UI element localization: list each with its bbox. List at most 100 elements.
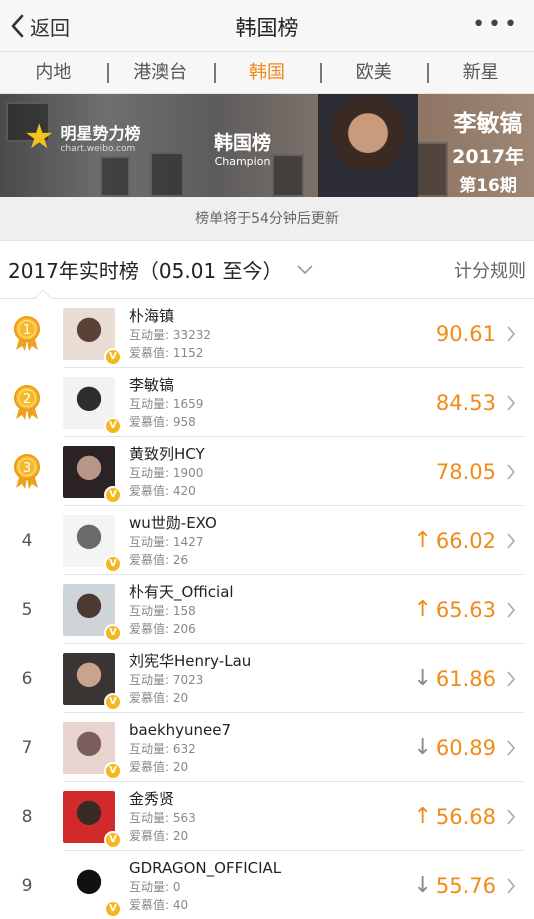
- star-info: 朴有天_Official 互动量: 158 爱慕值: 206: [129, 582, 234, 638]
- star-name[interactable]: 朴有天_Official: [129, 582, 234, 602]
- scoring-rules-link[interactable]: 计分规则: [454, 257, 526, 283]
- verified-icon: V: [104, 416, 122, 435]
- tab-3[interactable]: 欧美: [320, 52, 427, 94]
- chevron-right-icon: [507, 463, 516, 480]
- star-name[interactable]: 黄致列HCY: [129, 444, 205, 464]
- navigation-bar: 返回 韩国榜 •••: [0, 0, 534, 52]
- chevron-right-icon: [507, 739, 516, 756]
- avatar[interactable]: V: [63, 790, 122, 849]
- trend-down-icon: ↓: [413, 734, 432, 760]
- champion-year: 2017年: [452, 146, 524, 168]
- verified-icon: V: [104, 485, 122, 504]
- champion-banner[interactable]: ★ 明星势力榜 chart.weibo.com 韩国榜 Champion 李敏镐…: [0, 94, 534, 197]
- back-label: 返回: [30, 15, 70, 40]
- page-title: 韩国榜: [235, 16, 299, 40]
- chevron-down-icon[interactable]: [296, 264, 313, 275]
- fans-value: 爱慕值: 958: [129, 414, 196, 429]
- ranking-row[interactable]: 8 V 金秀贤 互动量: 563 爱慕值: 20 ↑ 56.68: [0, 782, 534, 851]
- chevron-right-icon: [507, 532, 516, 549]
- avatar[interactable]: V: [63, 583, 122, 642]
- medal-icon: 1: [14, 315, 40, 351]
- rank-medal: 3: [0, 452, 54, 492]
- back-button[interactable]: 返回: [8, 10, 70, 42]
- svg-text:2: 2: [23, 392, 31, 407]
- badge-subtitle: Champion: [214, 155, 271, 168]
- verified-icon: V: [104, 899, 122, 918]
- fans-value: 爱慕值: 26: [129, 552, 189, 567]
- ranking-row[interactable]: 5 V 朴有天_Official 互动量: 158 爱慕值: 206 ↑ 65.…: [0, 575, 534, 644]
- star-name[interactable]: 刘宪华Henry-Lau: [129, 651, 251, 671]
- ranking-row[interactable]: 6 V 刘宪华Henry-Lau 互动量: 7023 爱慕值: 20 ↓ 61.…: [0, 644, 534, 713]
- brand-url: chart.weibo.com: [60, 144, 136, 154]
- score: ↓ 55.76: [413, 874, 534, 898]
- more-options-icon[interactable]: •••: [472, 12, 520, 37]
- champion-info: 李敏镐 2017年 第16期: [452, 104, 524, 196]
- tab-0[interactable]: 内地: [0, 52, 107, 94]
- score-value: 56.68: [435, 804, 496, 829]
- star-info: GDRAGON_OFFICIAL 互动量: 0 爱慕值: 40: [129, 858, 281, 914]
- ranking-row[interactable]: 2 V 李敏镐 互动量: 1659 爱慕值: 958 84.53: [0, 368, 534, 437]
- score: ↓ 60.89: [413, 736, 534, 760]
- score-value: 65.63: [435, 597, 496, 622]
- star-info: 朴海镇 互动量: 33232 爱慕值: 1152: [129, 306, 211, 362]
- interaction-count: 互动量: 632: [129, 741, 196, 756]
- rank-number: 8: [21, 806, 33, 827]
- brand-logo: ★ 明星势力榜 chart.weibo.com: [24, 120, 141, 154]
- fans-value: 爱慕值: 420: [129, 483, 196, 498]
- champion-badge: 韩国榜 Champion: [214, 128, 271, 168]
- trend-up-icon: ↑: [413, 596, 432, 622]
- avatar[interactable]: V: [63, 721, 122, 780]
- chevron-right-icon: [507, 670, 516, 687]
- champion-issue: 第16期: [459, 176, 517, 196]
- trend-up-icon: ↑: [413, 803, 432, 829]
- avatar[interactable]: V: [63, 652, 122, 711]
- score: ↑ 66.02: [413, 529, 534, 553]
- fans-value: 爱慕值: 20: [129, 828, 189, 843]
- chevron-right-icon: [507, 325, 516, 342]
- avatar[interactable]: V: [63, 307, 122, 366]
- tab-1[interactable]: 港澳台: [106, 52, 214, 94]
- interaction-count: 互动量: 0: [129, 879, 181, 894]
- tab-4[interactable]: 新星: [427, 52, 534, 94]
- rank-medal: 2: [0, 383, 54, 423]
- chevron-right-icon: [507, 877, 516, 894]
- champion-name: 李敏镐: [453, 111, 523, 137]
- chevron-left-icon: [11, 14, 24, 38]
- ranking-row[interactable]: 4 V wu世勋-EXO 互动量: 1427 爱慕值: 26 ↑ 66.02: [0, 506, 534, 575]
- star-name[interactable]: baekhyunee7: [129, 720, 231, 740]
- star-info: wu世勋-EXO 互动量: 1427 爱慕值: 26: [129, 513, 217, 569]
- ranking-row[interactable]: 1 V 朴海镇 互动量: 33232 爱慕值: 1152 90.61: [0, 299, 534, 368]
- ranking-row[interactable]: 7 V baekhyunee7 互动量: 632 爱慕值: 20 ↓ 60.89: [0, 713, 534, 782]
- score: ↑ 65.63: [413, 598, 534, 622]
- star-info: 金秀贤 互动量: 563 爱慕值: 20: [129, 789, 196, 845]
- rank-number: 7: [21, 737, 33, 758]
- interaction-count: 互动量: 158: [129, 603, 196, 618]
- avatar[interactable]: V: [63, 445, 122, 504]
- trend-down-icon: ↓: [413, 872, 432, 898]
- badge-title: 韩国榜: [214, 132, 272, 154]
- avatar[interactable]: V: [63, 514, 122, 573]
- score: 78.05: [436, 460, 534, 484]
- ranking-list: 1 V 朴海镇 互动量: 33232 爱慕值: 1152 90.61 2 V 李…: [0, 299, 534, 919]
- star-name[interactable]: 朴海镇: [129, 306, 211, 326]
- avatar[interactable]: V: [63, 859, 122, 918]
- verified-icon: V: [104, 554, 122, 573]
- period-selector[interactable]: 2017年实时榜（05.01 至今）: [8, 255, 283, 284]
- rank-number: 6: [21, 668, 33, 689]
- score: 90.61: [436, 322, 534, 346]
- tab-2[interactable]: 韩国: [213, 52, 321, 94]
- interaction-count: 互动量: 33232: [129, 327, 212, 342]
- avatar[interactable]: V: [63, 376, 122, 435]
- interaction-count: 互动量: 1659: [129, 396, 204, 411]
- star-name[interactable]: 金秀贤: [129, 789, 196, 809]
- star-name[interactable]: wu世勋-EXO: [129, 513, 217, 533]
- ranking-row[interactable]: 3 V 黄致列HCY 互动量: 1900 爱慕值: 420 78.05: [0, 437, 534, 506]
- star-name[interactable]: GDRAGON_OFFICIAL: [129, 858, 281, 878]
- star-name[interactable]: 李敏镐: [129, 375, 203, 395]
- update-notice: 榜单将于54分钟后更新: [0, 197, 534, 241]
- ranking-row[interactable]: 9 V GDRAGON_OFFICIAL 互动量: 0 爱慕值: 40 ↓ 55…: [0, 851, 534, 919]
- interaction-count: 互动量: 1427: [129, 534, 204, 549]
- svg-text:3: 3: [23, 461, 31, 476]
- score: 84.53: [436, 391, 534, 415]
- champion-photo: [318, 94, 418, 197]
